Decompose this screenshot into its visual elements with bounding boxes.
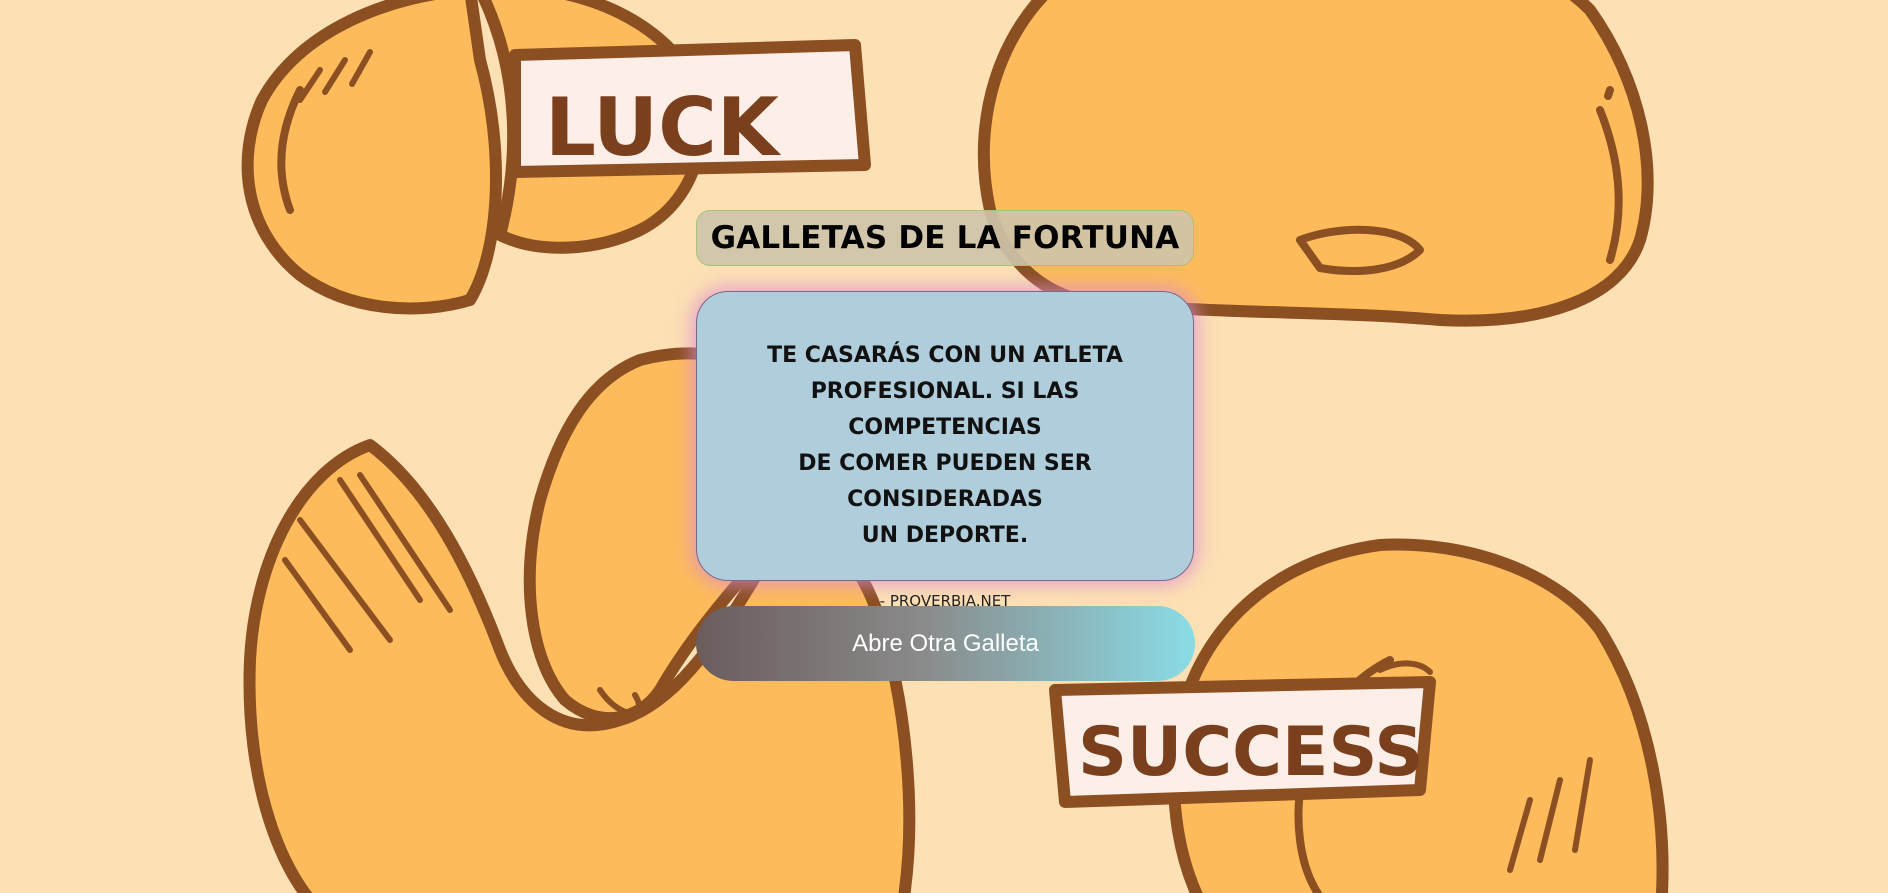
success-banner-text: SUCCESS [1078,713,1423,792]
cookie-top-right-illustration [977,0,1654,327]
luck-banner: LUCK [509,39,871,178]
fortune-line: UN DEPORTE. [861,523,1029,548]
fortune-line: DE COMER PUEDEN SER CONSIDERADAS [798,451,1092,512]
fortune-cookie-app: LUCK SUCCESS GALLETAS DE LA FORTUNA TE C… [0,0,1888,893]
fortune-line: PROFESIONAL. SI LAS COMPETENCIAS [810,379,1080,440]
open-another-cookie-button[interactable]: Abre Otra Galleta [696,606,1195,681]
luck-banner-text: LUCK [545,81,782,174]
fortune-message: TE CASARÁS CON UN ATLETA PROFESIONAL. SI… [713,338,1177,554]
page-title-box: GALLETAS DE LA FORTUNA [696,210,1194,266]
success-banner: SUCCESS [1049,676,1436,808]
fortune-line: TE CASARÁS CON UN ATLETA [767,343,1123,368]
page-title: GALLETAS DE LA FORTUNA [710,220,1180,256]
fortune-card: TE CASARÁS CON UN ATLETA PROFESIONAL. SI… [696,291,1194,610]
